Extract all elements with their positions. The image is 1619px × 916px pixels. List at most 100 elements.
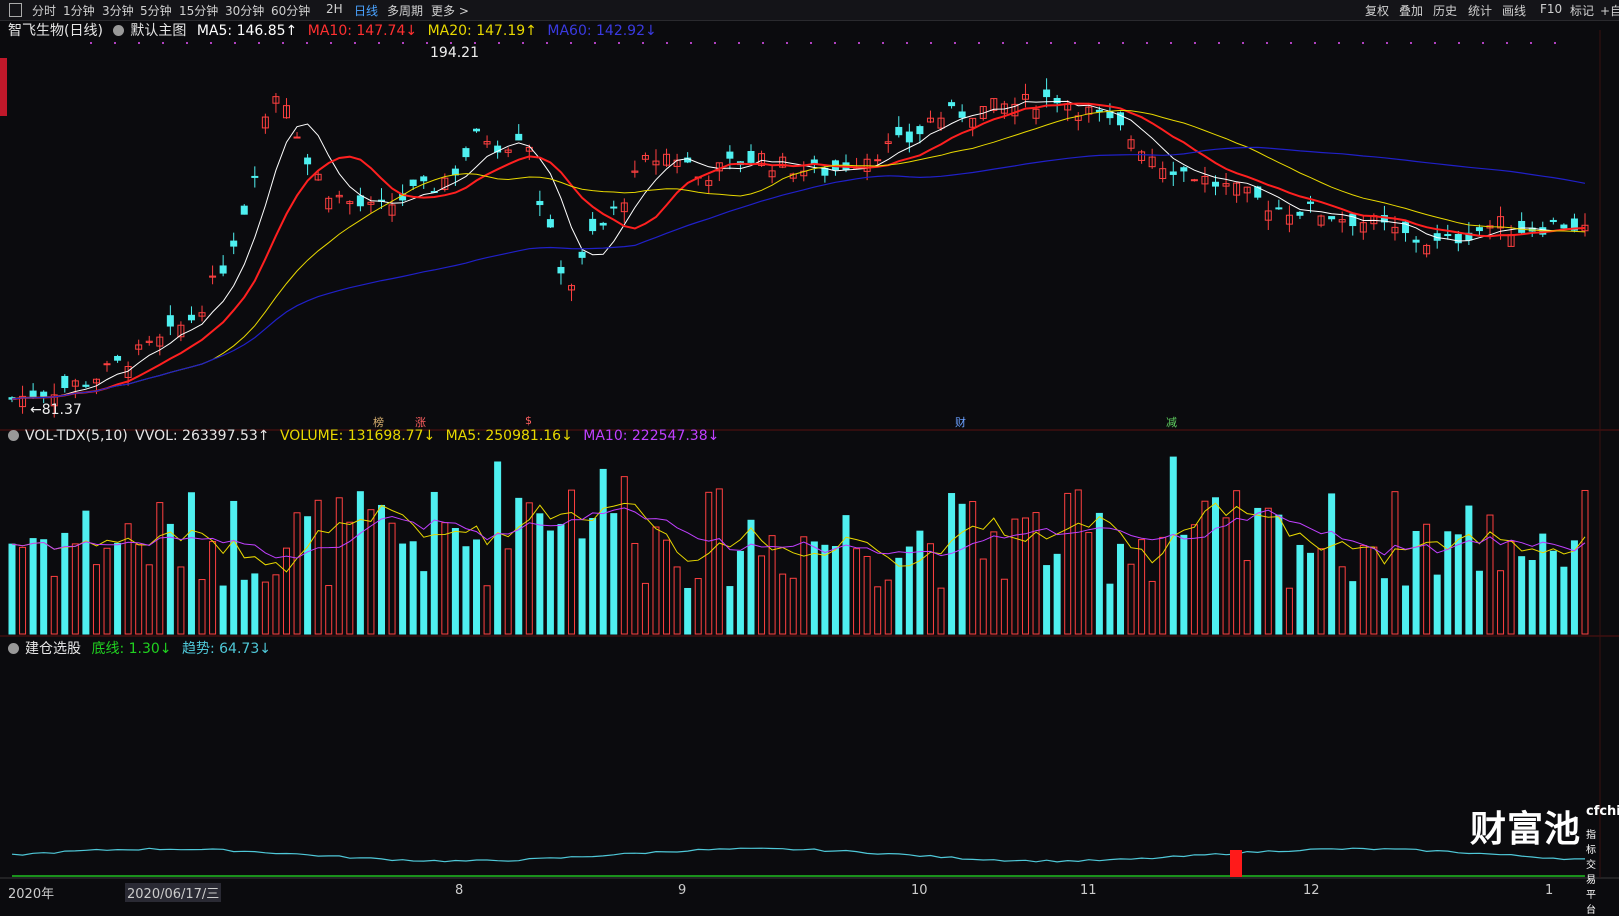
tool-overlay[interactable]: 叠加 — [1399, 2, 1423, 19]
marker-dot — [114, 42, 116, 44]
candle-body — [589, 218, 597, 232]
candle-body — [610, 206, 618, 209]
marker-dot — [1506, 42, 1508, 44]
volume-bar — [1222, 517, 1230, 635]
period-tab-3min[interactable]: 3分钟 — [102, 2, 134, 19]
period-tab-1min[interactable]: 1分钟 — [63, 2, 95, 19]
volume-bar — [187, 492, 195, 635]
volume-bar — [1359, 545, 1367, 635]
indicator-signal-bar — [1230, 850, 1242, 877]
tool-stats[interactable]: 统计 — [1468, 2, 1492, 19]
volume-bar — [1159, 536, 1167, 635]
toolbar-menu-icon[interactable] — [9, 3, 22, 17]
volume-value: VOLUME: 131698.77↓ — [279, 428, 436, 444]
volume-bar — [1169, 456, 1177, 635]
period-tab-30min[interactable]: 30分钟 — [225, 2, 264, 19]
marker-dot — [474, 42, 476, 44]
volume-bar — [50, 575, 58, 635]
candle-body — [1475, 227, 1483, 232]
marker-dot — [1338, 42, 1340, 44]
eye-icon[interactable] — [8, 430, 19, 441]
marker-dot — [954, 42, 956, 44]
volume-bar — [1380, 578, 1388, 635]
indicator-name[interactable]: 建仓选股 — [25, 641, 81, 657]
volume-bar — [240, 579, 248, 635]
volume-bar — [293, 512, 301, 635]
candle-body — [515, 133, 523, 141]
signal-badge-3: $ — [525, 414, 532, 427]
tool-fuquan[interactable]: 复权 — [1365, 2, 1389, 19]
volume-bar — [219, 585, 227, 635]
period-tab-15min[interactable]: 15分钟 — [179, 2, 218, 19]
volume-bar — [1190, 524, 1198, 635]
candle-body — [958, 111, 966, 118]
volume-bar — [1254, 507, 1262, 635]
period-tab-60min[interactable]: 60分钟 — [271, 2, 310, 19]
candle-body — [473, 128, 481, 132]
candle-body — [187, 314, 195, 321]
volume-bar — [694, 578, 702, 635]
volume-bar — [1116, 543, 1124, 635]
marker-dot — [858, 42, 860, 44]
tool-history[interactable]: 历史 — [1433, 2, 1457, 19]
template-name[interactable]: 默认主图 — [130, 23, 186, 39]
candle-body — [219, 265, 227, 274]
volume-bar — [895, 557, 903, 635]
marker-dot — [1458, 42, 1460, 44]
volume-bar — [282, 547, 290, 635]
marker-dot — [1026, 42, 1028, 44]
marker-dot — [186, 42, 188, 44]
period-tab-5min[interactable]: 5分钟 — [140, 2, 172, 19]
ma60-value: MA60: 142.92↓ — [547, 23, 657, 39]
eye-icon[interactable] — [113, 25, 125, 36]
volume-bar — [483, 585, 491, 635]
volume-bar — [314, 499, 322, 635]
eye-icon[interactable] — [8, 643, 19, 654]
volume-bar — [1000, 578, 1008, 635]
ma5-line — [11, 100, 1586, 400]
candle-body — [61, 375, 69, 389]
period-tab-fenshi[interactable]: 分时 — [32, 2, 56, 19]
tool-mark[interactable]: 标记 — [1570, 2, 1594, 19]
marker-dot — [642, 42, 644, 44]
marker-dot — [1362, 42, 1364, 44]
candle-body — [1043, 89, 1051, 98]
candle-body — [1296, 211, 1304, 216]
kline-chart[interactable] — [0, 20, 1619, 899]
xaxis-month-9: 9 — [678, 883, 687, 898]
volume-legend: VOL-TDX(5,10) VVOL: 263397.53↑ VOLUME: 1… — [8, 428, 725, 444]
volume-bar — [546, 530, 554, 635]
volume-bar — [1307, 552, 1315, 635]
volume-bar — [61, 532, 69, 635]
period-tab-daily[interactable]: 日线 — [354, 2, 378, 19]
candle-body — [462, 148, 470, 158]
volume-bar — [335, 497, 343, 635]
tool-f10[interactable]: F10 — [1540, 2, 1562, 16]
volume-ma-lines-group — [11, 502, 1586, 573]
volume-bar — [399, 543, 407, 635]
candle-body — [1328, 216, 1336, 220]
volume-bar — [821, 544, 829, 635]
marker-dot — [1170, 42, 1172, 44]
marker-dot — [210, 42, 212, 44]
volume-bar — [1201, 500, 1209, 635]
marker-dot — [906, 42, 908, 44]
period-tab-multi[interactable]: 多周期 — [387, 2, 423, 19]
volume-bar — [599, 468, 607, 635]
volume-bar — [663, 539, 671, 635]
indicator-base-value: 底线: 1.30↓ — [91, 641, 172, 657]
vol-indicator-name[interactable]: VOL-TDX(5,10) — [25, 428, 128, 444]
volume-bar — [388, 522, 396, 635]
marker-dot — [1410, 42, 1412, 44]
volume-bar — [1528, 560, 1536, 635]
tool-draw[interactable]: 画线 — [1502, 2, 1526, 19]
period-tab-2h[interactable]: 2H — [326, 2, 343, 16]
period-tab-more[interactable]: 更多 > — [431, 2, 469, 19]
volume-bar — [367, 509, 375, 635]
candle-body — [230, 240, 238, 247]
tool-custom[interactable]: +自 — [1600, 2, 1619, 19]
volume-bar — [1391, 491, 1399, 635]
volume-bar — [1106, 583, 1114, 635]
volume-bar — [1074, 489, 1082, 635]
volume-bar — [251, 573, 259, 635]
